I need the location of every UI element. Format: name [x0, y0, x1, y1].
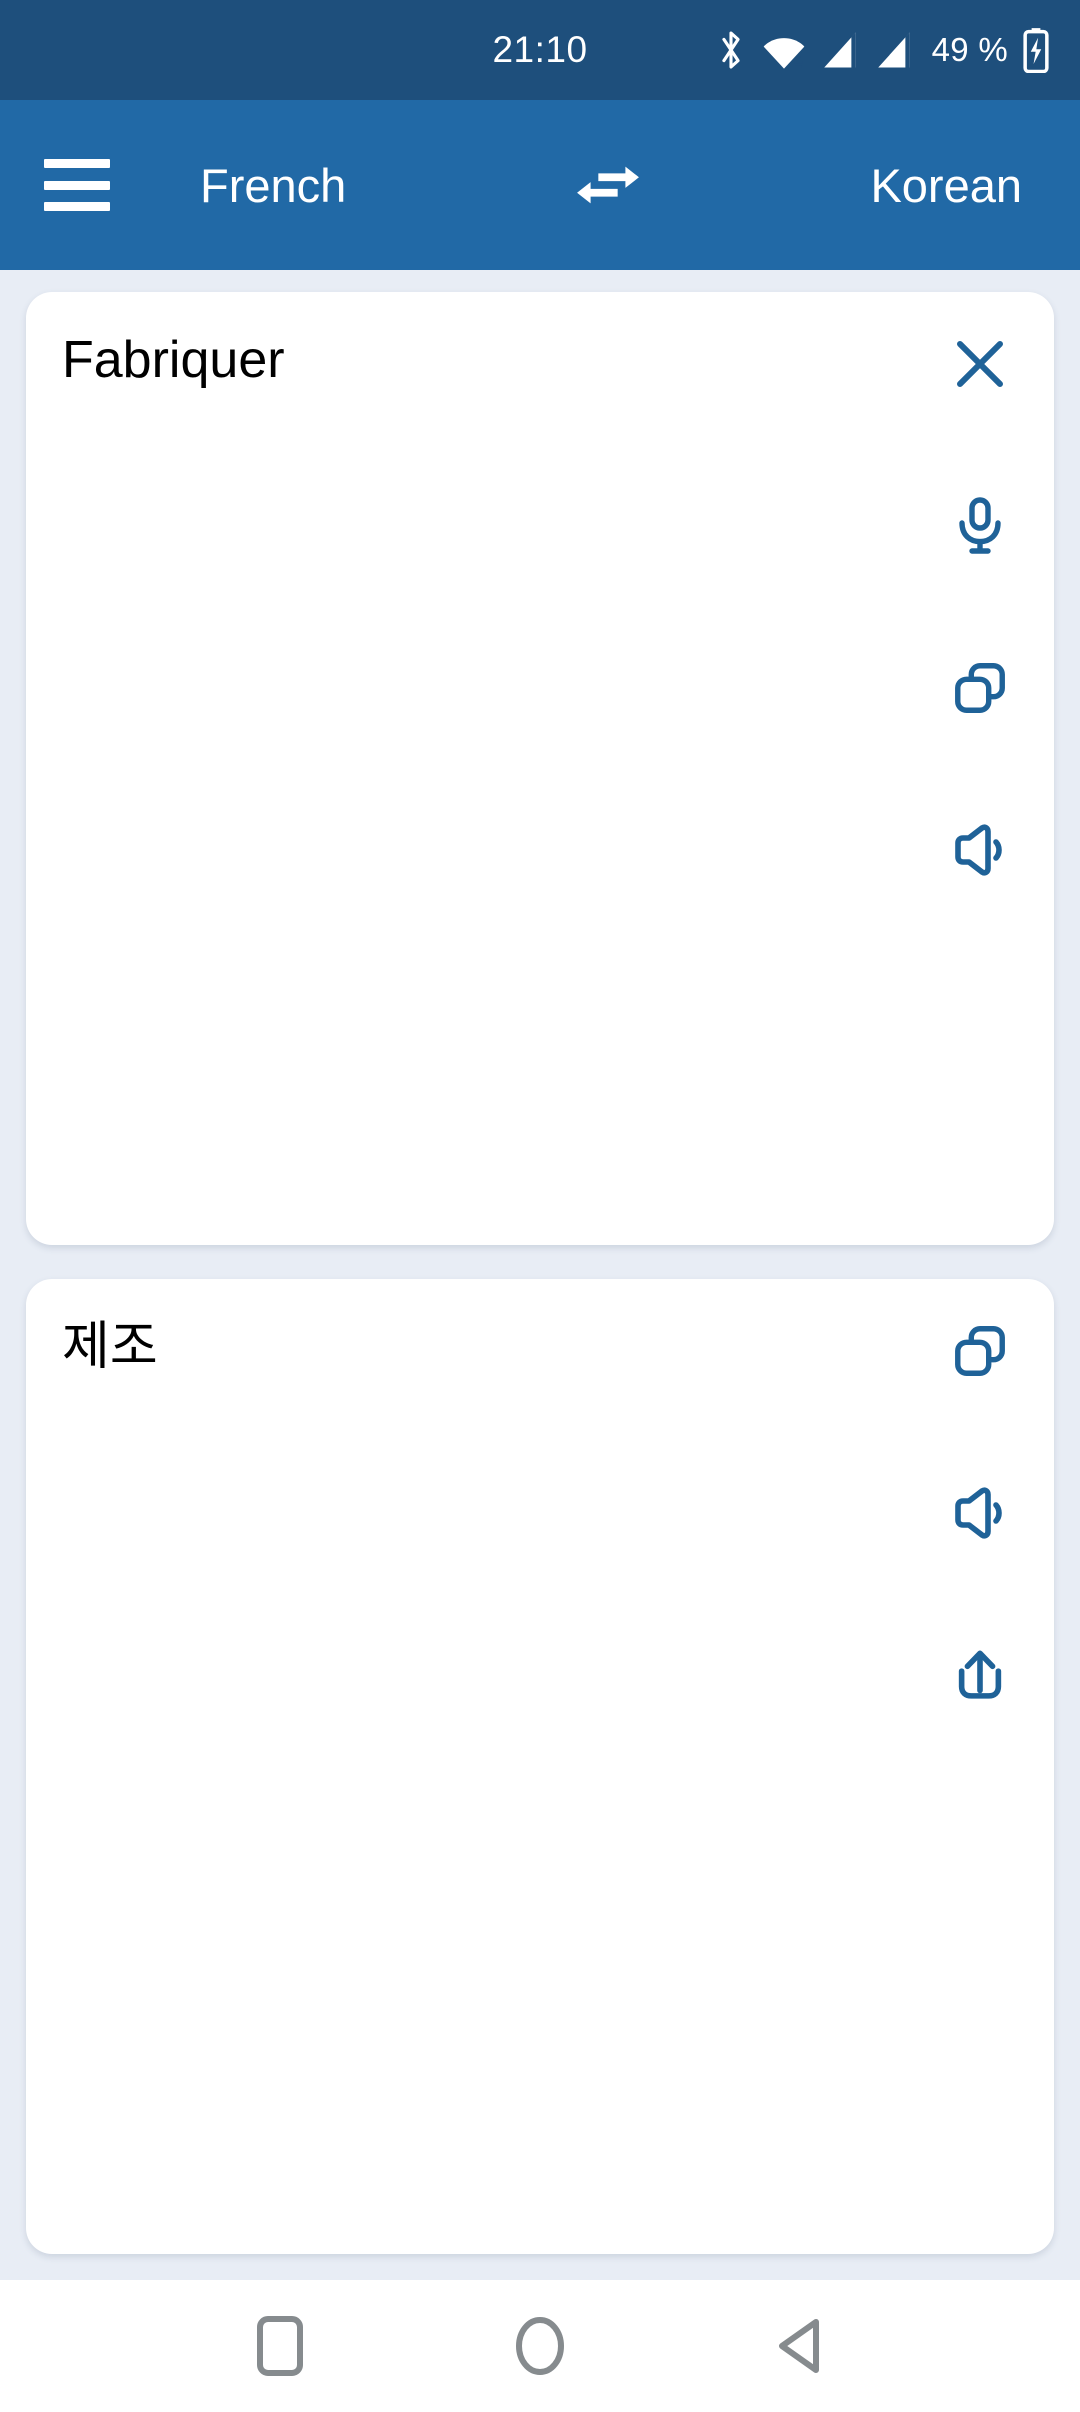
hamburger-menu-icon[interactable] — [44, 159, 110, 211]
translation-area: Fabriquer 제조 — [0, 270, 1080, 2280]
target-text-wrap: 제조 — [26, 1279, 906, 2254]
battery-charging-icon — [1022, 27, 1050, 73]
bluetooth-icon — [714, 28, 748, 72]
copy-icon — [955, 663, 1005, 713]
swap-horizontal-icon — [577, 166, 640, 204]
target-spacer-1 — [926, 1395, 1034, 1469]
source-text-input-wrap[interactable]: Fabriquer — [26, 292, 906, 1245]
swap-languages-button[interactable] — [563, 140, 653, 230]
clear-source-button[interactable] — [926, 320, 1034, 408]
share-target-button[interactable] — [926, 1631, 1034, 1719]
copy-icon — [955, 1326, 1005, 1376]
source-card-action-column — [906, 292, 1054, 1245]
share-icon — [958, 1650, 1002, 1699]
target-card-action-column — [906, 1279, 1054, 2254]
hamburger-bar — [44, 180, 110, 190]
app-bar: French Korean — [0, 100, 1080, 270]
target-text: 제조 — [62, 1318, 158, 1376]
circle-icon — [516, 2317, 564, 2375]
microphone-icon — [959, 497, 1001, 554]
signal-cellular-1-icon — [820, 29, 860, 71]
speak-source-button[interactable] — [926, 482, 1034, 570]
close-icon — [957, 341, 1003, 387]
target-spacer-2 — [926, 1557, 1034, 1631]
recents-button[interactable] — [225, 2291, 335, 2401]
source-text-card[interactable]: Fabriquer — [26, 292, 1054, 1245]
target-text-card[interactable]: 제조 — [26, 1279, 1054, 2254]
target-language-selector[interactable]: Korean — [870, 158, 1022, 213]
wifi-icon — [762, 28, 806, 72]
speaker-icon — [955, 824, 1002, 876]
battery-percent-label: 49 % — [931, 31, 1008, 68]
home-button[interactable] — [485, 2291, 595, 2401]
hamburger-bar — [44, 202, 110, 211]
android-navigation-bar — [0, 2280, 1080, 2412]
signal-cellular-2-icon — [874, 29, 914, 71]
app-screen: 21:10 49 % French Korean Fabriquer 제조 — [0, 0, 1080, 2412]
triangle-left-icon — [779, 2319, 819, 2373]
copy-spacer — [926, 570, 1034, 644]
copy-source-button[interactable] — [926, 644, 1034, 732]
listen-source-button[interactable] — [926, 806, 1034, 894]
back-button[interactable] — [745, 2291, 855, 2401]
square-icon — [257, 2316, 303, 2376]
copy-target-button[interactable] — [926, 1307, 1034, 1395]
microphone-spacer — [926, 408, 1034, 482]
status-bar-icons: 49 % — [714, 27, 1050, 73]
hamburger-bar — [44, 159, 110, 168]
speaker-spacer — [926, 732, 1034, 806]
status-bar: 21:10 49 % — [0, 0, 1080, 100]
source-language-selector[interactable]: French — [200, 158, 346, 213]
listen-target-button[interactable] — [926, 1469, 1034, 1557]
speaker-icon — [955, 1487, 1002, 1539]
source-text[interactable]: Fabriquer — [62, 328, 906, 393]
